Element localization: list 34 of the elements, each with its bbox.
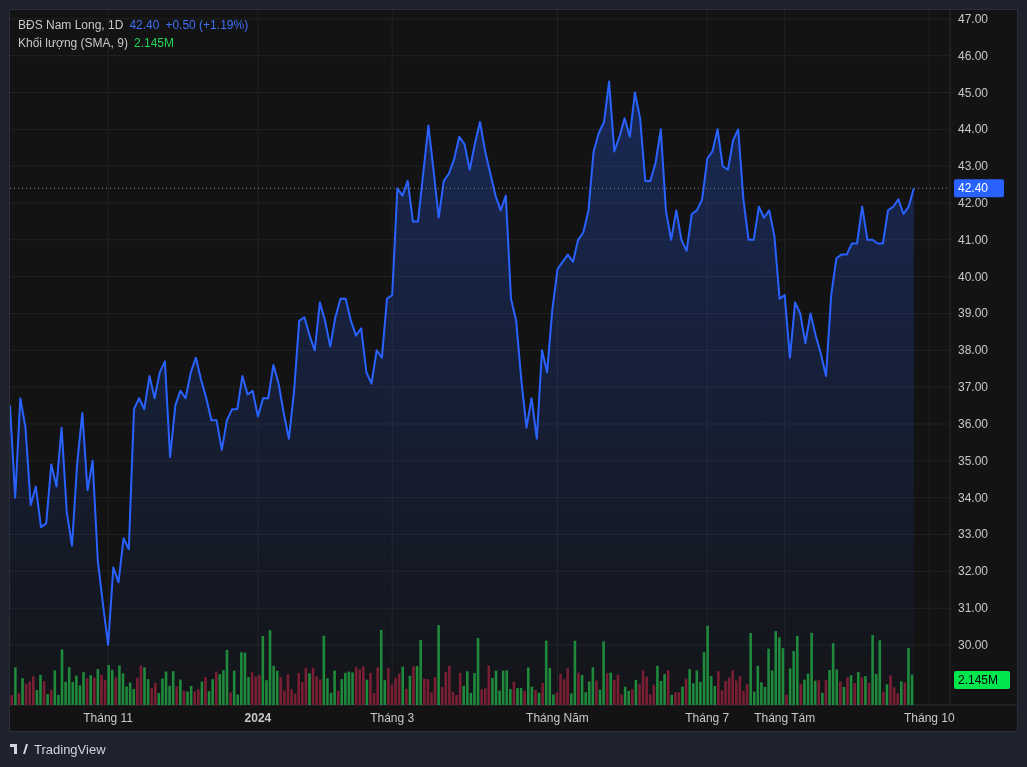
symbol-title: BĐS Nam Long, 1D xyxy=(18,17,124,34)
y-axis-label: 44.00 xyxy=(958,122,989,137)
volume-value: 2.145M xyxy=(133,35,174,52)
y-axis-label: 36.00 xyxy=(958,417,989,431)
price-badge: 42.40 xyxy=(954,179,1004,198)
y-axis-label: 47.00 xyxy=(958,11,989,26)
x-axis-label: Tháng 7 xyxy=(685,711,730,725)
y-axis-label: 38.00 xyxy=(958,343,989,358)
brand-name: TradingView xyxy=(34,741,106,757)
y-axis-label: 37.00 xyxy=(958,380,989,395)
price-value: 42.40 xyxy=(129,17,160,34)
y-axis-label: 34.00 xyxy=(958,490,989,505)
y-axis-label: 41.00 xyxy=(958,232,989,247)
x-axis-label: Tháng Năm xyxy=(526,711,589,725)
y-axis-label: 40.00 xyxy=(958,269,989,284)
volume-indicator-title: Khối lượng (SMA, 9) xyxy=(18,35,128,52)
x-axis-label: Tháng 11 xyxy=(83,711,134,725)
x-axis-label: Tháng 3 xyxy=(370,711,415,725)
y-axis-label: 46.00 xyxy=(958,48,989,63)
x-axis-label: Tháng Tám xyxy=(754,711,816,725)
y-axis-label: 43.00 xyxy=(958,159,989,174)
x-axis-label: 2024 xyxy=(244,711,272,725)
y-axis-label: 30.00 xyxy=(958,637,989,652)
y-axis-label: 32.00 xyxy=(958,564,989,579)
logo-icon xyxy=(10,744,28,754)
y-axis-label: 35.00 xyxy=(958,453,989,468)
y-axis-label: 42.00 xyxy=(958,196,989,210)
y-axis-label: 39.00 xyxy=(958,306,989,321)
y-axis-label: 45.00 xyxy=(958,85,989,100)
y-axis-label: 31.00 xyxy=(958,601,989,616)
x-axis-label: Tháng 10 xyxy=(904,711,955,725)
y-axis-label: 33.00 xyxy=(958,527,989,542)
price-change: +0.50 (+1.19%) xyxy=(165,17,249,34)
volume-badge: 2.145M xyxy=(954,671,1010,689)
